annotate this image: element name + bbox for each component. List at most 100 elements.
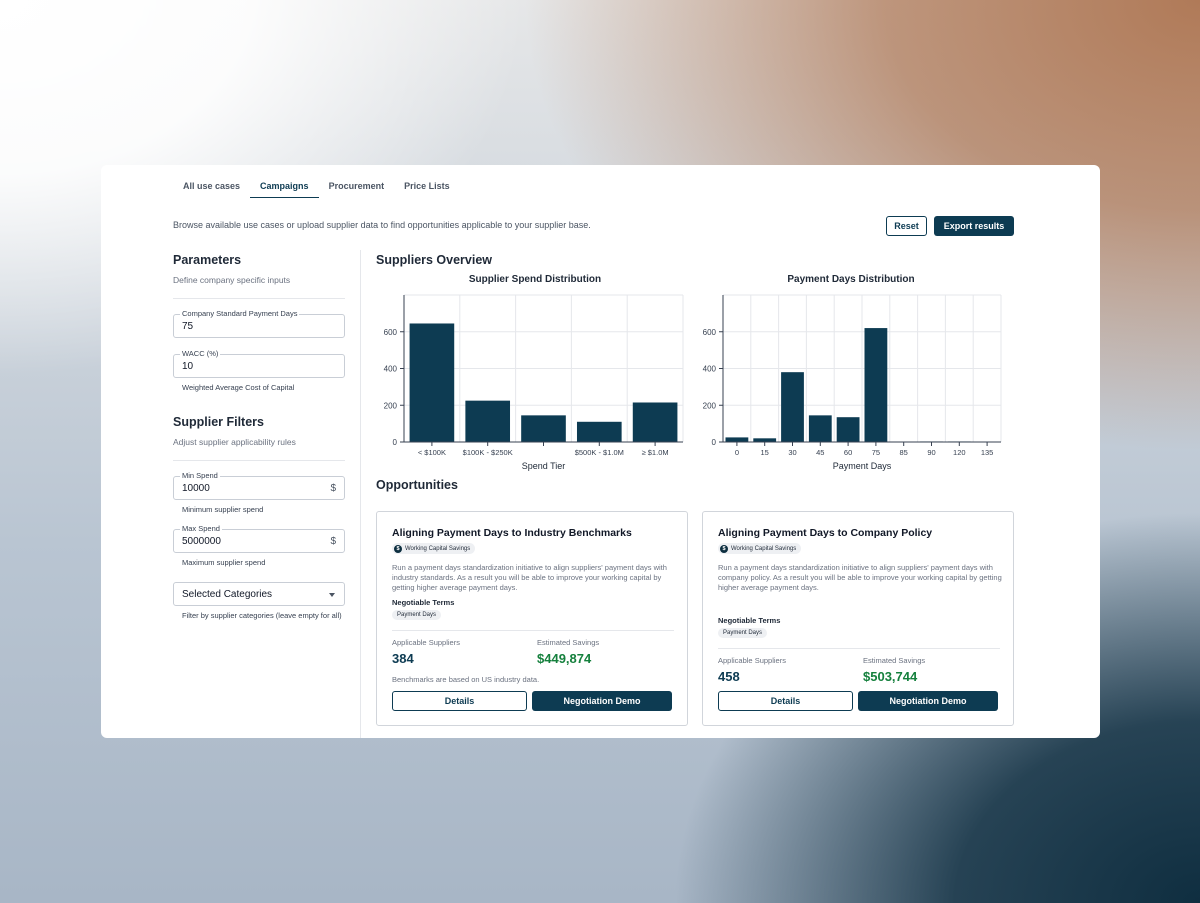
y-tick-label: 200	[703, 401, 717, 410]
chart-bar	[521, 415, 566, 442]
opportunity-description: Run a payment days standardization initi…	[392, 563, 667, 592]
x-tick-label: ≥ $1.0M	[642, 448, 669, 457]
min-spend-label: Min Spend	[180, 471, 220, 480]
chevron-down-icon	[329, 593, 335, 597]
payment-days-field[interactable]: Company Standard Payment Days 75	[173, 309, 345, 338]
dollar-icon: $	[720, 544, 728, 553]
chart-bar	[781, 372, 804, 442]
estimated-savings-value: $503,744	[863, 669, 918, 684]
category-badge: $ Working Capital Savings	[392, 543, 476, 554]
applicable-suppliers-value: 458	[718, 669, 740, 684]
details-button[interactable]: Details	[392, 691, 527, 711]
spend-distribution-chart: 0 200 400 600 < $100K $100K - $250K $500K - $1…	[384, 294, 684, 471]
dollar-icon: $	[330, 483, 336, 494]
tab-price-lists[interactable]: Price Lists	[394, 177, 460, 198]
x-axis-label: Payment Days	[833, 461, 892, 471]
export-results-button[interactable]: Export results	[934, 216, 1014, 236]
payment-days-value: 75	[182, 321, 194, 332]
dollar-icon: $	[330, 536, 336, 547]
opportunity-title: Aligning Payment Days to Company Policy	[718, 527, 933, 539]
applicable-suppliers-label: Applicable Suppliers	[718, 656, 786, 665]
estimated-savings-value: $449,874	[537, 651, 592, 666]
chart-bar	[725, 437, 749, 442]
reset-button[interactable]: Reset	[886, 216, 927, 236]
x-tick-label: 135	[981, 448, 994, 457]
tab-all-use-cases[interactable]: All use cases	[173, 177, 250, 198]
badge-label: Working Capital Savings	[731, 545, 797, 552]
payment-days-label: Company Standard Payment Days	[180, 309, 300, 318]
left-panel: Parameters Define company specific input…	[173, 253, 345, 621]
y-tick-label: 0	[393, 438, 398, 447]
chart-bar	[576, 421, 622, 442]
payment-days-chart: 0 200 400 600 0 15 30 45 60 75 85 90 120 135 Payment D…	[703, 294, 1002, 471]
categories-placeholder: Selected Categories	[182, 589, 273, 600]
chart-bar	[864, 328, 888, 442]
wacc-helper: Weighted Average Cost of Capital	[182, 383, 295, 392]
chart-bar	[836, 417, 860, 442]
divider	[173, 298, 345, 299]
vertical-divider	[360, 250, 361, 738]
negotiation-demo-button[interactable]: Negotiation Demo	[858, 691, 998, 711]
x-tick-label: 85	[900, 448, 908, 457]
x-tick-label: 90	[927, 448, 935, 457]
tab-campaigns[interactable]: Campaigns	[250, 177, 319, 198]
supplier-filters-subtitle: Adjust supplier applicability rules	[173, 437, 296, 447]
chart-bar	[465, 400, 511, 442]
negotiable-terms-label: Negotiable Terms	[392, 598, 455, 607]
x-tick-label: 45	[816, 448, 824, 457]
main-card: All use cases Campaigns Procurement Pric…	[101, 165, 1100, 738]
x-tick-label: $500K - $1.0M	[575, 448, 624, 457]
max-spend-field[interactable]: Max Spend 5000000 $	[173, 524, 345, 553]
categories-select[interactable]: Selected Categories	[173, 582, 345, 606]
x-axis-label: Spend Tier	[522, 461, 566, 471]
min-spend-helper: Minimum supplier spend	[182, 505, 264, 514]
suppliers-overview-title: Suppliers Overview	[376, 253, 493, 267]
badge-label: Working Capital Savings	[405, 545, 471, 552]
max-spend-helper: Maximum supplier spend	[182, 558, 266, 567]
applicable-suppliers-value: 384	[392, 651, 414, 666]
wacc-value: 10	[182, 361, 194, 372]
y-tick-label: 200	[384, 401, 398, 410]
x-tick-label: 15	[761, 448, 769, 457]
dollar-icon: $	[394, 544, 402, 553]
negotiable-terms-label: Negotiable Terms	[718, 616, 781, 625]
supplier-filters-title: Supplier Filters	[173, 415, 264, 429]
term-chip: Payment Days	[392, 610, 442, 620]
x-tick-label: $100K - $250K	[463, 448, 513, 457]
chart-title-payment-days: Payment Days Distribution	[787, 274, 915, 285]
negotiation-demo-button[interactable]: Negotiation Demo	[532, 691, 672, 711]
x-tick-label: 75	[872, 448, 880, 457]
wacc-label: WACC (%)	[180, 349, 221, 358]
page-subtitle: Browse available use cases or upload sup…	[173, 220, 591, 230]
x-tick-label: < $100K	[418, 448, 446, 457]
estimated-savings-label: Estimated Savings	[537, 638, 600, 647]
divider	[173, 460, 345, 461]
opportunity-description: Run a payment days standardization initi…	[718, 563, 1002, 592]
max-spend-label: Max Spend	[180, 524, 222, 533]
y-tick-label: 400	[703, 365, 717, 374]
opportunity-title: Aligning Payment Days to Industry Benchm…	[392, 527, 632, 539]
y-tick-label: 600	[703, 328, 717, 337]
opportunity-card: Aligning Payment Days to Company Policy …	[702, 511, 1014, 726]
y-tick-label: 400	[384, 365, 398, 374]
parameters-subtitle: Define company specific inputs	[173, 275, 291, 285]
x-tick-label: 0	[735, 448, 739, 457]
max-spend-value: 5000000	[182, 536, 221, 547]
term-chip: Payment Days	[718, 628, 768, 638]
y-tick-label: 0	[712, 438, 717, 447]
min-spend-field[interactable]: Min Spend 10000 $	[173, 471, 345, 500]
benchmark-note: Benchmarks are based on US industry data…	[392, 675, 540, 684]
chart-bar	[808, 415, 832, 442]
wacc-field[interactable]: WACC (%) 10	[173, 349, 345, 378]
divider	[392, 630, 674, 631]
category-badge: $ Working Capital Savings	[718, 543, 802, 554]
y-tick-label: 600	[384, 328, 398, 337]
estimated-savings-label: Estimated Savings	[863, 656, 926, 665]
applicable-suppliers-label: Applicable Suppliers	[392, 638, 460, 647]
categories-helper: Filter by supplier categories (leave emp…	[182, 611, 342, 620]
divider	[718, 648, 1000, 649]
tab-procurement[interactable]: Procurement	[319, 177, 395, 198]
details-button[interactable]: Details	[718, 691, 853, 711]
x-tick-label: 120	[953, 448, 966, 457]
x-tick-label: 60	[844, 448, 852, 457]
